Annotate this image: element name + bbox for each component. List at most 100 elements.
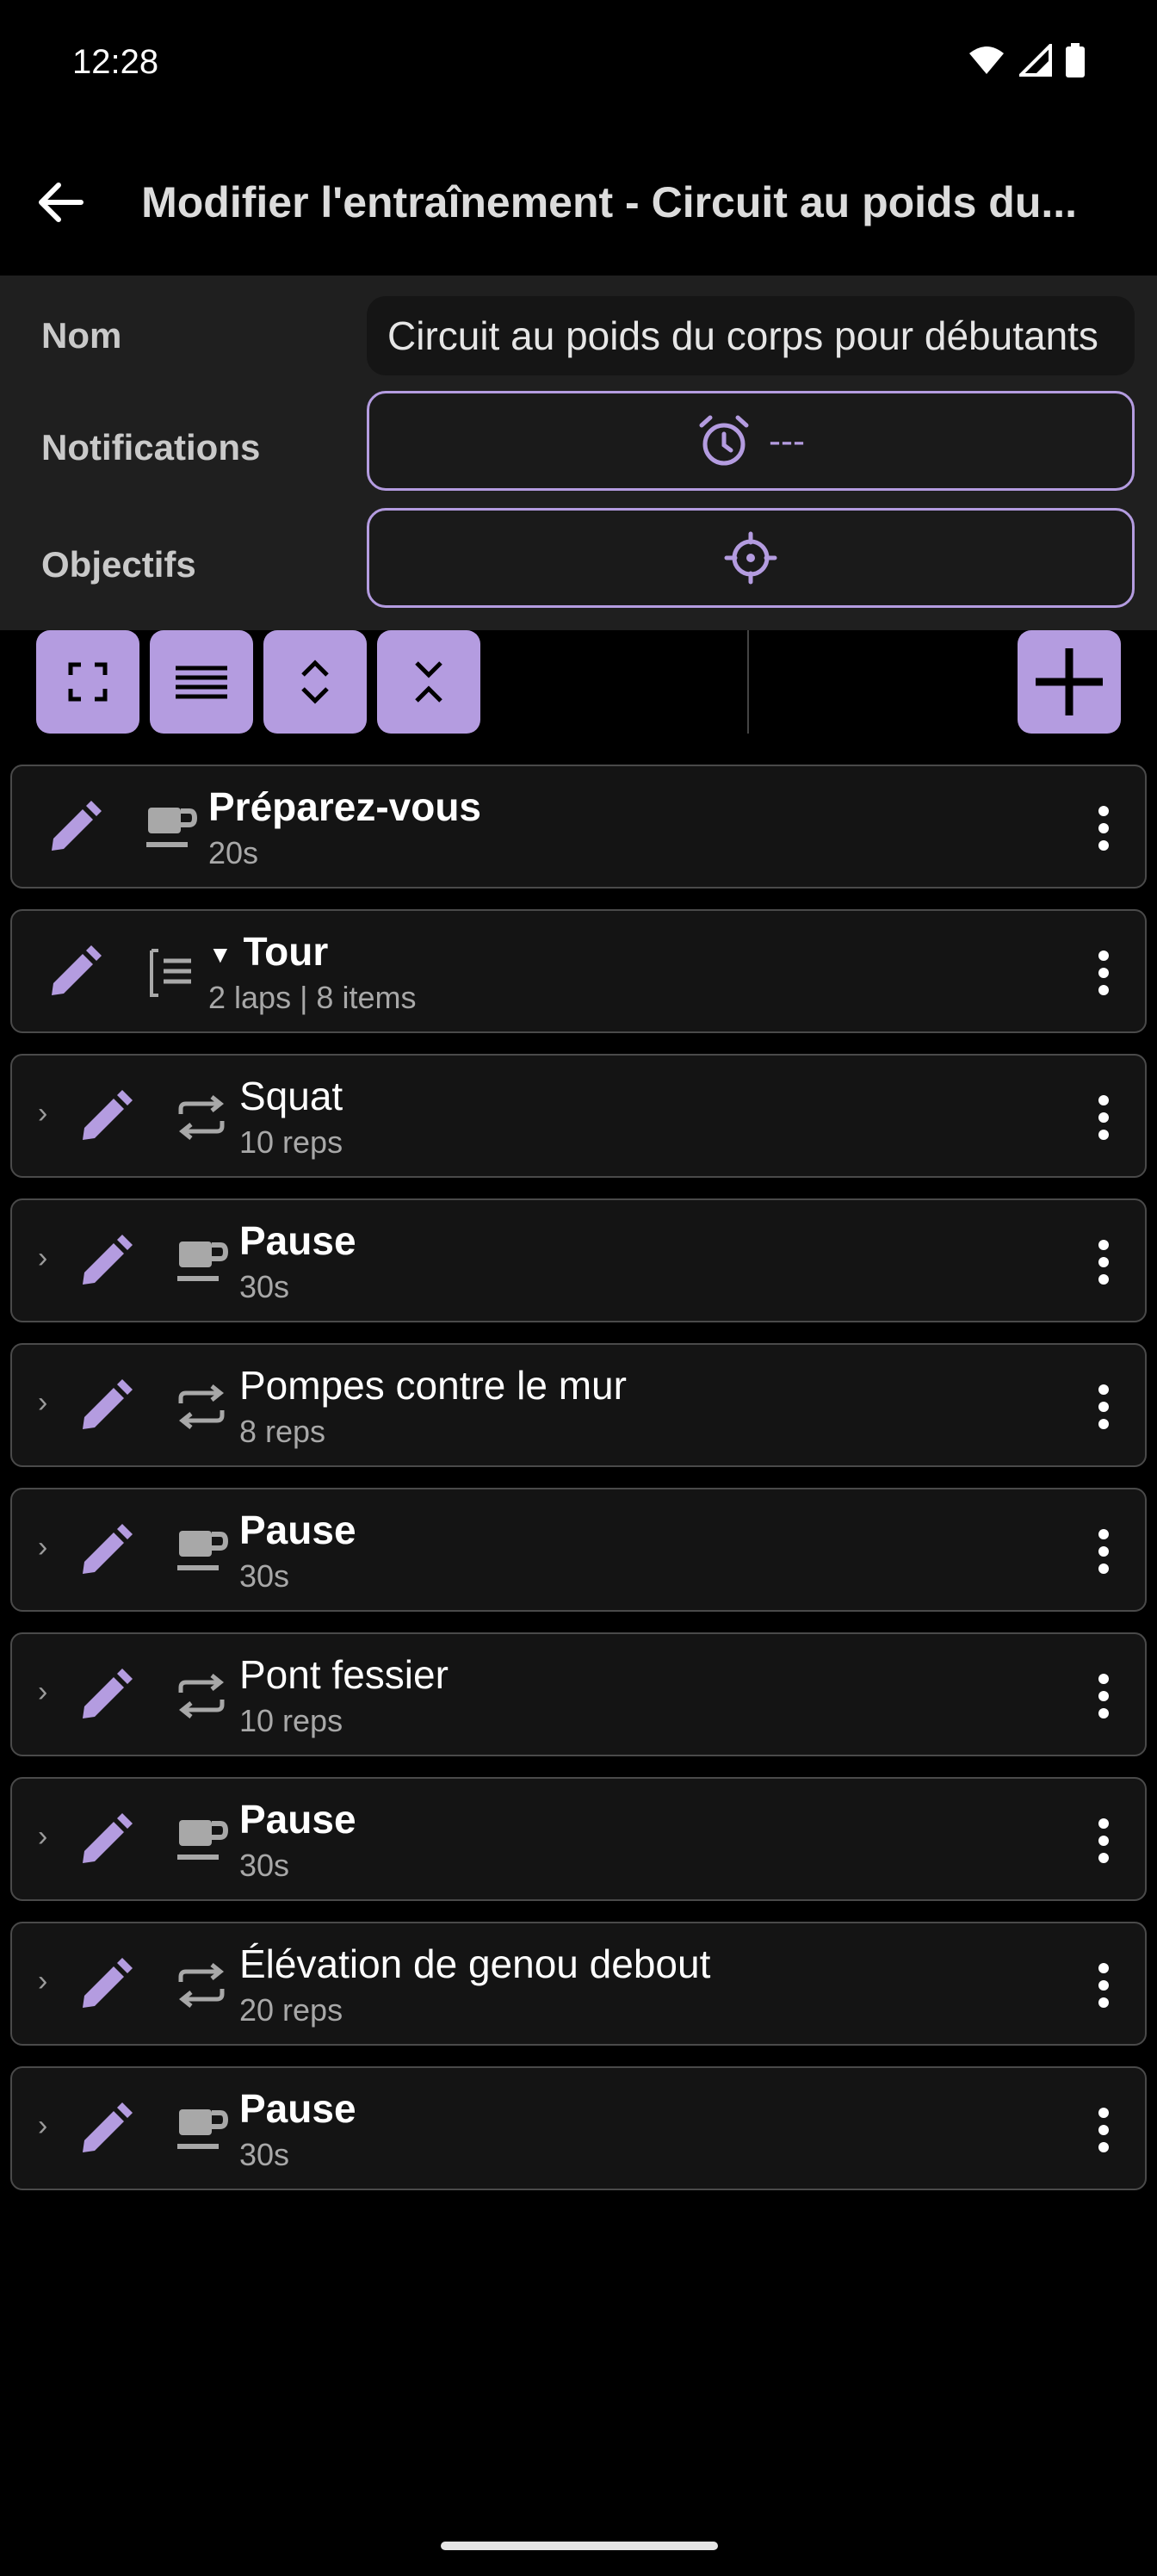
- notifications-button[interactable]: ---: [367, 391, 1135, 491]
- item-subtitle: 10 reps: [239, 1703, 343, 1738]
- edit-icon[interactable]: [74, 1231, 136, 1293]
- chevron-right-icon[interactable]: ›: [38, 1386, 47, 1420]
- list-item[interactable]: › Pause 30s: [10, 1777, 1147, 1901]
- objectives-label: Objectifs: [41, 544, 196, 585]
- coffee-cup-icon: [170, 1231, 232, 1293]
- name-input[interactable]: Circuit au poids du corps pour débutants: [367, 296, 1135, 375]
- item-subtitle: 2 laps | 8 items: [208, 980, 417, 1015]
- item-subtitle: 20 reps: [239, 1992, 343, 2028]
- coffee-cup-icon: [139, 797, 201, 859]
- repeat-icon: [170, 1954, 232, 2016]
- edit-icon[interactable]: [74, 1665, 136, 1727]
- list-item[interactable]: › Pompes contre le mur 8 reps: [10, 1343, 1147, 1467]
- item-title: Pause: [239, 2086, 356, 2131]
- item-subtitle: 30s: [239, 1558, 290, 1594]
- chevron-right-icon[interactable]: ›: [38, 1097, 47, 1130]
- edit-icon[interactable]: [74, 2099, 136, 2161]
- status-icons: [968, 43, 1085, 77]
- item-subtitle: 20s: [208, 835, 259, 870]
- collapse-all-button[interactable]: [377, 630, 480, 734]
- home-indicator[interactable]: [441, 2542, 718, 2550]
- list-item[interactable]: › Pont fessier 10 reps: [10, 1632, 1147, 1756]
- chevron-right-icon[interactable]: ›: [38, 1675, 47, 1709]
- repeat-icon: [170, 1665, 232, 1727]
- unfold-less-icon: [415, 661, 442, 703]
- edit-icon[interactable]: [43, 942, 105, 1004]
- list-item[interactable]: › Pause 30s: [10, 1198, 1147, 1322]
- more-vert-icon[interactable]: [1093, 1093, 1114, 1142]
- list-item[interactable]: › Squat 10 reps: [10, 1054, 1147, 1178]
- item-title: Élévation de genou debout: [239, 1941, 711, 1986]
- list-item[interactable]: › Pause 30s: [10, 1488, 1147, 1612]
- notifications-row: Notifications ---: [0, 391, 1157, 503]
- more-vert-icon[interactable]: [1093, 1527, 1114, 1576]
- item-title: Pompes contre le mur: [239, 1363, 627, 1408]
- edit-icon[interactable]: [74, 1376, 136, 1438]
- item-subtitle: 30s: [239, 1848, 290, 1883]
- item-title-wrap: ▼ Tour: [208, 928, 328, 975]
- edit-icon[interactable]: [74, 1954, 136, 2016]
- signal-icon: [1019, 44, 1052, 77]
- edit-icon[interactable]: [74, 1520, 136, 1582]
- edit-icon[interactable]: [74, 1087, 136, 1149]
- target-icon: [724, 531, 777, 585]
- caret-down-icon[interactable]: ▼: [208, 941, 232, 968]
- round-list-icon: [139, 942, 201, 1004]
- more-vert-icon[interactable]: [1093, 1672, 1114, 1720]
- objectives-row: Objectifs: [0, 508, 1157, 620]
- more-vert-icon[interactable]: [1093, 804, 1114, 852]
- more-vert-icon[interactable]: [1093, 2106, 1114, 2154]
- item-subtitle: 8 reps: [239, 1414, 326, 1449]
- item-title: Pont fessier: [239, 1652, 449, 1697]
- item-title: Pause: [239, 1797, 356, 1842]
- alarm-icon: [699, 415, 749, 466]
- wifi-icon: [969, 46, 1004, 74]
- add-item-button[interactable]: [1018, 630, 1121, 734]
- item-subtitle: 10 reps: [239, 1124, 343, 1160]
- repeat-icon: [170, 1087, 232, 1149]
- more-vert-icon[interactable]: [1093, 1961, 1114, 2009]
- list-item[interactable]: › Pause 30s: [10, 2066, 1147, 2190]
- page-title: Modifier l'entraînement - Circuit au poi…: [141, 178, 1078, 226]
- workout-form: Nom Circuit au poids du corps pour début…: [0, 276, 1157, 630]
- menu-lines-icon: [176, 666, 227, 699]
- objectives-button[interactable]: [367, 508, 1135, 608]
- list-toolbar: [0, 630, 1157, 734]
- list-view-button[interactable]: [150, 630, 253, 734]
- status-time: 12:28: [72, 43, 159, 81]
- expand-all-button[interactable]: [263, 630, 367, 734]
- item-subtitle: 30s: [239, 1269, 290, 1304]
- notifications-value: ---: [769, 420, 805, 461]
- chevron-right-icon[interactable]: ›: [38, 1965, 47, 1998]
- more-vert-icon[interactable]: [1093, 949, 1114, 997]
- coffee-cup-icon: [170, 1520, 232, 1582]
- item-title: Squat: [239, 1074, 343, 1118]
- plus-icon: [1036, 648, 1103, 715]
- name-row: Nom Circuit au poids du corps pour début…: [0, 276, 1157, 396]
- app-bar: Modifier l'entraînement - Circuit au poi…: [0, 129, 1157, 276]
- more-vert-icon[interactable]: [1093, 1817, 1114, 1865]
- list-item[interactable]: ▼ Tour 2 laps | 8 items: [10, 909, 1147, 1033]
- name-label: Nom: [41, 315, 122, 356]
- edit-icon[interactable]: [43, 797, 105, 859]
- toolbar-divider: [747, 630, 749, 734]
- notifications-label: Notifications: [41, 427, 261, 468]
- select-all-button[interactable]: [36, 630, 139, 734]
- chevron-right-icon[interactable]: ›: [38, 2109, 47, 2143]
- item-subtitle: 30s: [239, 2137, 290, 2172]
- battery-icon: [1066, 43, 1085, 77]
- more-vert-icon[interactable]: [1093, 1238, 1114, 1286]
- fullscreen-icon: [68, 662, 108, 702]
- chevron-right-icon[interactable]: ›: [38, 1820, 47, 1854]
- item-title: Pause: [239, 1508, 356, 1552]
- chevron-right-icon[interactable]: ›: [38, 1242, 47, 1275]
- edit-icon[interactable]: [74, 1810, 136, 1872]
- list-item[interactable]: Préparez-vous 20s: [10, 765, 1147, 889]
- chevron-right-icon[interactable]: ›: [38, 1531, 47, 1564]
- repeat-icon: [170, 1376, 232, 1438]
- unfold-more-icon: [301, 659, 329, 704]
- back-button[interactable]: [21, 161, 100, 244]
- list-item[interactable]: › Élévation de genou debout 20 reps: [10, 1922, 1147, 2046]
- status-bar: 12:28: [0, 0, 1157, 129]
- more-vert-icon[interactable]: [1093, 1383, 1114, 1431]
